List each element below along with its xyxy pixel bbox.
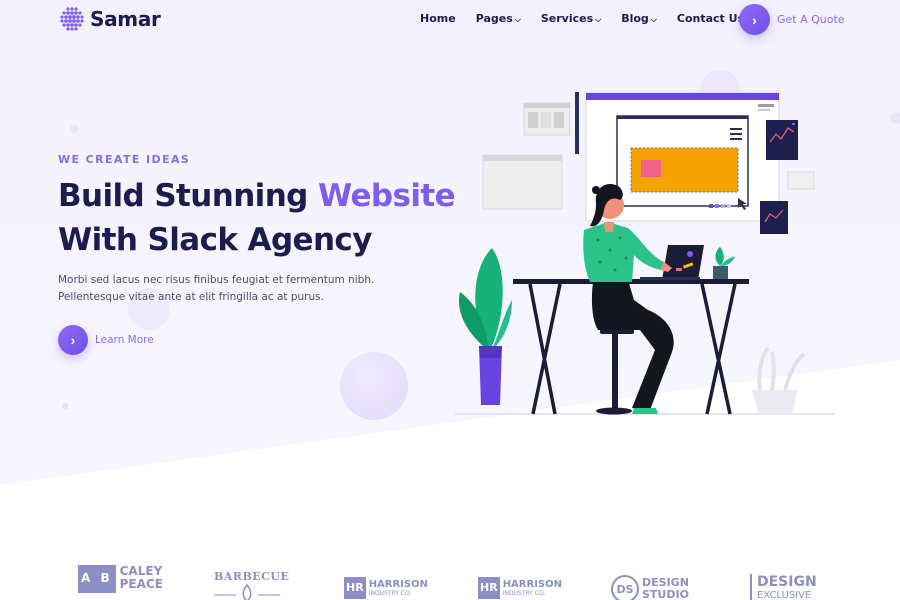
brand-line2: EXCLUSIVE (757, 590, 812, 600)
nav-item-services[interactable]: Services ⌵ (541, 12, 601, 25)
nav-item-label: Services (540, 12, 594, 25)
brand-line1: DESIGN (757, 574, 817, 590)
brand-line1: HARRISON (368, 578, 428, 590)
nav-item-pages[interactable]: Pages ⌵ (476, 12, 521, 25)
brand-line1: HARRISON (502, 578, 562, 590)
brand-line1: BARBECUE (214, 570, 290, 583)
grey-window-small (523, 102, 571, 136)
learn-more-button[interactable]: › Learn More (58, 325, 154, 355)
hero-headline: Build Stunning Website With Slack Agency (58, 174, 458, 262)
brand-line2: PEACE (119, 577, 163, 591)
nav-item-label: Pages (475, 12, 513, 25)
main-nav: Home Pages ⌵ Services ⌵ Blog ⌵ Contact U… (420, 12, 764, 25)
chevron-right-icon: › (58, 325, 88, 355)
logo-dots-icon (60, 7, 84, 31)
desk-plant (713, 247, 735, 279)
brand-logo-design-studio: DS DESIGN STUDIO (611, 575, 689, 600)
get-quote-button[interactable]: › Get A Quote (739, 4, 845, 35)
site-header: Samar Home Pages ⌵ Services ⌵ Blog ⌵ Con… (0, 0, 900, 40)
nav-item-label: Blog (621, 12, 649, 25)
brand-badge: HR (344, 577, 366, 599)
brand-logo-design-exclusive: DESIGN EXCLUSIVE (750, 574, 817, 600)
get-quote-label: Get A Quote (777, 13, 845, 26)
landing-page: Samar Home Pages ⌵ Services ⌵ Blog ⌵ Con… (0, 0, 900, 600)
hero-illustration (455, 92, 835, 415)
brand-logo-harrison: HR HARRISON INDUSTRY CO. (344, 577, 428, 599)
nav-item-contact[interactable]: Contact Us (677, 12, 744, 25)
hero-lead: Morbi sed lacus nec risus finibus feugia… (58, 274, 375, 303)
brand-badge: A B (78, 565, 116, 593)
chart-card-2 (760, 201, 788, 234)
brand-logos: A B CALEY PEACE BARBECUE HR HARRISON IND… (0, 565, 900, 600)
learn-more-label: Learn More (95, 334, 154, 346)
flame-icon (214, 583, 280, 600)
decor-bubble (70, 125, 78, 133)
decor-bubble (340, 352, 408, 420)
grey-window-right (787, 171, 815, 190)
brand-logo-barbecue: BARBECUE (214, 570, 289, 600)
logo-text: Samar (90, 7, 161, 31)
screen-edge (575, 92, 579, 154)
chevron-down-icon: ⌵ (595, 14, 602, 24)
chevron-right-icon: › (739, 4, 770, 35)
brand-line2: INDUSTRY CO. (368, 589, 412, 597)
nav-item-blog[interactable]: Blog ⌵ (621, 12, 657, 25)
grey-window-large (482, 154, 563, 210)
headline-part1: Build Stunning (58, 178, 318, 214)
decor-bubble (890, 112, 900, 124)
decor-bubble (62, 403, 68, 409)
plant (458, 248, 512, 405)
brand-line2: STUDIO (642, 588, 689, 600)
hero-kicker: WE CREATE IDEAS (58, 153, 191, 166)
headline-accent: Website (317, 178, 456, 214)
brand-logo-caley-peace: A B CALEY PEACE (78, 565, 163, 593)
brand-line2: INDUSTRY CO. (502, 589, 546, 597)
stool (596, 328, 634, 415)
headline-part2: With Slack Agency (58, 222, 372, 258)
brand-badge: HR (478, 577, 500, 599)
nav-item-label: Home (420, 12, 456, 25)
chart-card-1 (766, 120, 798, 160)
brand-badge: DS (611, 575, 639, 600)
chevron-down-icon: ⌵ (650, 14, 657, 24)
decor-pot (752, 346, 806, 414)
brand-logo-harrison: HR HARRISON INDUSTRY CO. (478, 577, 562, 599)
logo[interactable]: Samar (58, 5, 161, 33)
nav-item-home[interactable]: Home (420, 12, 456, 25)
chevron-down-icon: ⌵ (514, 14, 521, 24)
nav-item-label: Contact Us (676, 12, 745, 25)
